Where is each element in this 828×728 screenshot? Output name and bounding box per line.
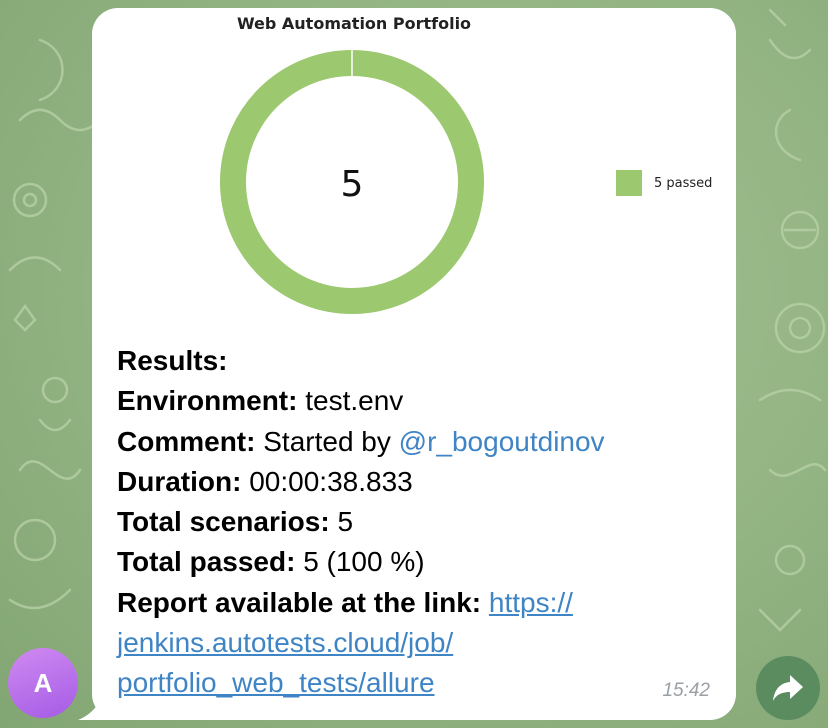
environment-label: Environment: [117, 385, 298, 417]
report-link-line-3: portfolio_web_tests/allure [117, 663, 717, 703]
legend-swatch [616, 170, 642, 196]
chart-center-value: 5 [340, 164, 364, 205]
report-link-part-2[interactable]: jenkins.autotests.cloud/job/ [117, 627, 453, 658]
total-passed-value: 5 (100 %) [303, 546, 425, 578]
forward-arrow-icon [773, 675, 803, 701]
sender-avatar[interactable]: A [8, 648, 78, 718]
environment-value: test.env [305, 385, 404, 417]
report-label: Report available at the link: [117, 586, 482, 618]
comment-line: Comment: Started by @r_bogoutdinov [117, 422, 717, 462]
duration-line: Duration: 00:00:38.833 [117, 462, 717, 502]
user-mention-link[interactable]: @r_bogoutdinov [399, 426, 605, 457]
environment-line: Environment: test.env [117, 381, 717, 421]
results-text: Results: Environment: test.env Comment: … [117, 341, 717, 704]
total-passed-label: Total passed: [117, 546, 296, 578]
results-chart: Web Automation Portfolio 5 5 passed [92, 8, 736, 328]
legend-label: 5 passed [654, 175, 713, 191]
report-line: Report available at the link: https:// [117, 583, 717, 623]
duration-value: 00:00:38.833 [249, 465, 413, 497]
forward-button[interactable] [756, 656, 820, 720]
report-link-part-3[interactable]: portfolio_web_tests/allure [117, 667, 435, 698]
message-time: 15:42 [662, 680, 710, 701]
message-bubble[interactable]: Web Automation Portfolio 5 5 passed Resu… [92, 8, 736, 720]
comment-value: Started by [263, 425, 391, 457]
report-link-part-1[interactable]: https:// [489, 587, 573, 618]
duration-label: Duration: [117, 465, 242, 497]
avatar-initial: A [33, 667, 53, 698]
total-scenarios-line: Total scenarios: 5 [117, 502, 717, 542]
chart-legend: 5 passed [616, 170, 712, 196]
chart-title: Web Automation Portfolio [236, 14, 472, 33]
total-passed-line: Total passed: 5 (100 %) [117, 542, 717, 582]
total-scenarios-value: 5 [337, 506, 354, 538]
total-scenarios-label: Total scenarios: [117, 506, 330, 538]
results-heading: Results: [117, 345, 228, 376]
report-link-line-2: jenkins.autotests.cloud/job/ [117, 623, 717, 663]
comment-label: Comment: [117, 425, 256, 457]
